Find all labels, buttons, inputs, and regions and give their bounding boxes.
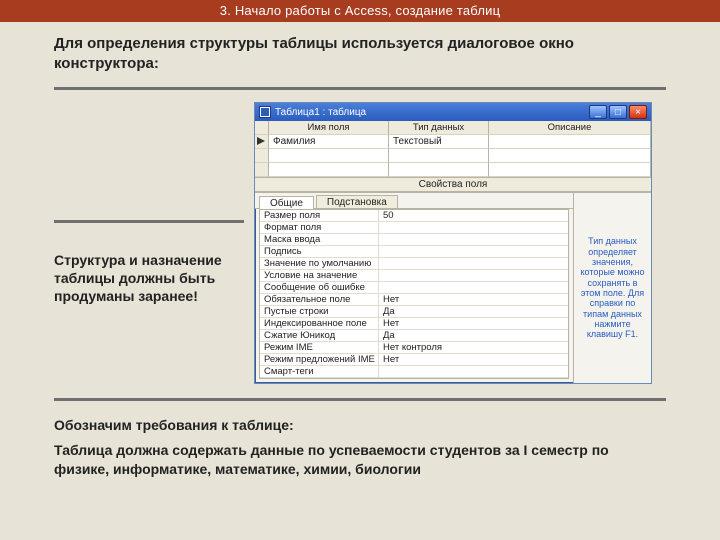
intro-text: Для определения структуры таблицы исполь…	[54, 34, 666, 73]
slide-header: 3. Начало работы с Access, создание табл…	[0, 0, 720, 22]
property-name: Сжатие Юникод	[260, 330, 378, 342]
requirements-title: Обозначим требования к таблице:	[54, 417, 666, 433]
middle-row: Структура и назначение таблицы должны бы…	[54, 102, 666, 384]
field-type-cell[interactable]	[389, 163, 489, 177]
property-name: Режим IME	[260, 342, 378, 354]
close-button[interactable]: ×	[629, 105, 647, 119]
property-name: Подпись	[260, 246, 378, 258]
property-name: Индексированное поле	[260, 318, 378, 330]
property-value[interactable]: Да	[378, 330, 568, 342]
property-value[interactable]: Нет	[378, 318, 568, 330]
tab-general[interactable]: Общие	[259, 196, 314, 209]
row-selector[interactable]	[255, 135, 269, 149]
app-icon	[259, 106, 271, 118]
property-value[interactable]	[378, 282, 568, 294]
property-name: Условие на значение	[260, 270, 378, 282]
property-value[interactable]	[378, 222, 568, 234]
property-value[interactable]: Нет	[378, 294, 568, 306]
property-name: Режим предложений IME	[260, 354, 378, 366]
property-name: Маска ввода	[260, 234, 378, 246]
property-name: Пустые строки	[260, 306, 378, 318]
property-name: Значение по умолчанию	[260, 258, 378, 270]
property-name: Размер поля	[260, 210, 378, 222]
requirements-block: Обозначим требования к таблице: Таблица …	[54, 417, 666, 479]
caption-text: Структура и назначение таблицы должны бы…	[54, 251, 244, 306]
property-name: Смарт-теги	[260, 366, 378, 378]
slide-content: Для определения структуры таблицы исполь…	[0, 22, 720, 479]
divider-middle	[54, 220, 244, 223]
help-pane: Тип данных определяет значения, которые …	[573, 193, 651, 383]
property-value[interactable]: Нет контроля	[378, 342, 568, 354]
left-column: Структура и назначение таблицы должны бы…	[54, 102, 244, 306]
row-selector[interactable]	[255, 149, 269, 163]
field-name-cell[interactable]	[269, 163, 389, 177]
tab-lookup[interactable]: Подстановка	[316, 195, 398, 208]
property-value[interactable]: Да	[378, 306, 568, 318]
requirements-body: Таблица должна содержать данные по успев…	[54, 441, 666, 479]
field-type-cell[interactable]	[389, 149, 489, 163]
divider-bottom	[54, 398, 666, 401]
field-type-cell[interactable]: Текстовый	[389, 135, 489, 149]
property-name: Формат поля	[260, 222, 378, 234]
divider-top	[54, 87, 666, 90]
col-header-type: Тип данных	[389, 121, 489, 135]
properties-section-header: Свойства поля	[255, 177, 651, 192]
minimize-button[interactable]: _	[589, 105, 607, 119]
property-name: Сообщение об ошибке	[260, 282, 378, 294]
property-value[interactable]: 50	[378, 210, 568, 222]
window-titlebar: Таблица1 : таблица _ □ ×	[255, 103, 651, 121]
field-name-cell[interactable]	[269, 149, 389, 163]
row-selector-header	[255, 121, 269, 135]
access-designer-window: Таблица1 : таблица _ □ × Имя поля Тип да…	[254, 102, 652, 384]
maximize-button[interactable]: □	[609, 105, 627, 119]
col-header-name: Имя поля	[269, 121, 389, 135]
col-header-desc: Описание	[489, 121, 651, 135]
properties-area: Общие Подстановка Размер поля50Формат по…	[255, 193, 651, 383]
field-desc-cell[interactable]	[489, 149, 651, 163]
property-value[interactable]	[378, 234, 568, 246]
properties-pane: Общие Подстановка Размер поля50Формат по…	[255, 193, 573, 383]
property-tabs: Общие Подстановка	[255, 193, 573, 209]
field-desc-cell[interactable]	[489, 135, 651, 149]
property-value[interactable]	[378, 258, 568, 270]
field-name-cell[interactable]: Фамилия	[269, 135, 389, 149]
property-value[interactable]	[378, 366, 568, 378]
property-grid: Размер поля50Формат поляМаска вводаПодпи…	[259, 209, 569, 379]
row-selector[interactable]	[255, 163, 269, 177]
property-value[interactable]	[378, 270, 568, 282]
field-definition-grid: Имя поля Тип данных Описание Фамилия Тек…	[255, 121, 651, 193]
property-value[interactable]	[378, 246, 568, 258]
property-name: Обязательное поле	[260, 294, 378, 306]
property-value[interactable]: Нет	[378, 354, 568, 366]
window-title: Таблица1 : таблица	[275, 107, 587, 118]
field-desc-cell[interactable]	[489, 163, 651, 177]
